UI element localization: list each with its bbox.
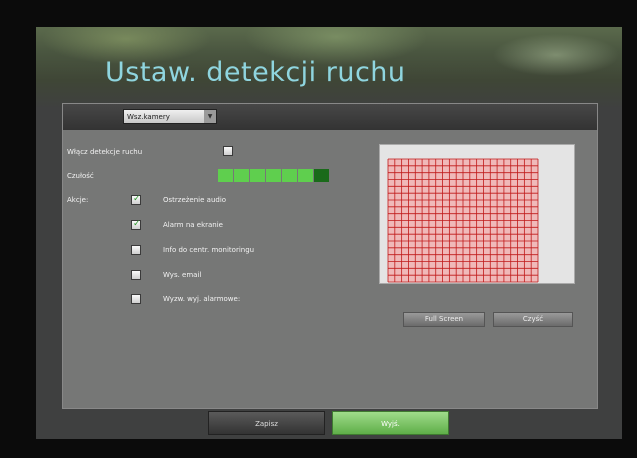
sensitivity-segment (234, 169, 249, 182)
sensitivity-segment (218, 169, 233, 182)
clear-button[interactable]: Czyść (493, 312, 573, 327)
sensitivity-segment (282, 169, 297, 182)
sensitivity-segment (314, 169, 329, 182)
motion-detect-checkbox[interactable] (223, 146, 233, 156)
send-email-label: Wys. email (163, 271, 202, 279)
exit-button[interactable]: Wyjś. (332, 411, 449, 435)
alarm-output-checkbox[interactable] (131, 294, 141, 304)
header-banner: Ustaw. detekcji ruchu (36, 27, 622, 109)
actions-label: Akcje: (67, 196, 89, 204)
sensitivity-segment (266, 169, 281, 182)
sensitivity-slider[interactable] (218, 169, 330, 182)
screen-alarm-label: Alarm na ekranie (163, 221, 223, 229)
chevron-down-icon[interactable]: ▼ (204, 110, 216, 123)
notify-center-checkbox[interactable] (131, 245, 141, 255)
full-screen-button[interactable]: Full Screen (403, 312, 485, 327)
screen-alarm-checkbox[interactable]: ✓ (131, 219, 141, 230)
audio-warning-checkbox[interactable]: ✓ (131, 194, 141, 205)
alarm-output-label: Wyzw. wyj. alarmowe: (163, 295, 241, 303)
settings-panel: Wsz.kamery ▼ Włącz detekcje ruchu Czułoś… (62, 103, 598, 409)
page-title: Ustaw. detekcji ruchu (105, 57, 406, 88)
motion-grid[interactable] (380, 145, 574, 283)
sensitivity-label: Czułość (67, 172, 94, 180)
audio-warning-label: Ostrzeżenie audio (163, 196, 227, 204)
check-icon: ✓ (133, 219, 141, 229)
motion-detection-screen: Ustaw. detekcji ruchu Wsz.kamery ▼ Włącz… (36, 27, 622, 439)
motion-detect-label: Włącz detekcje ruchu (67, 148, 143, 156)
panel-toolbar: Wsz.kamery ▼ (63, 104, 597, 130)
check-icon: ✓ (133, 194, 141, 204)
sensitivity-segment (298, 169, 313, 182)
send-email-checkbox[interactable] (131, 270, 141, 280)
camera-select[interactable]: Wsz.kamery ▼ (123, 109, 217, 124)
camera-select-value: Wsz.kamery (127, 113, 170, 121)
save-button[interactable]: Zapisz (208, 411, 325, 435)
sensitivity-segment (250, 169, 265, 182)
motion-grid-preview[interactable] (379, 144, 575, 284)
notify-center-label: Info do centr. monitoringu (163, 246, 255, 254)
